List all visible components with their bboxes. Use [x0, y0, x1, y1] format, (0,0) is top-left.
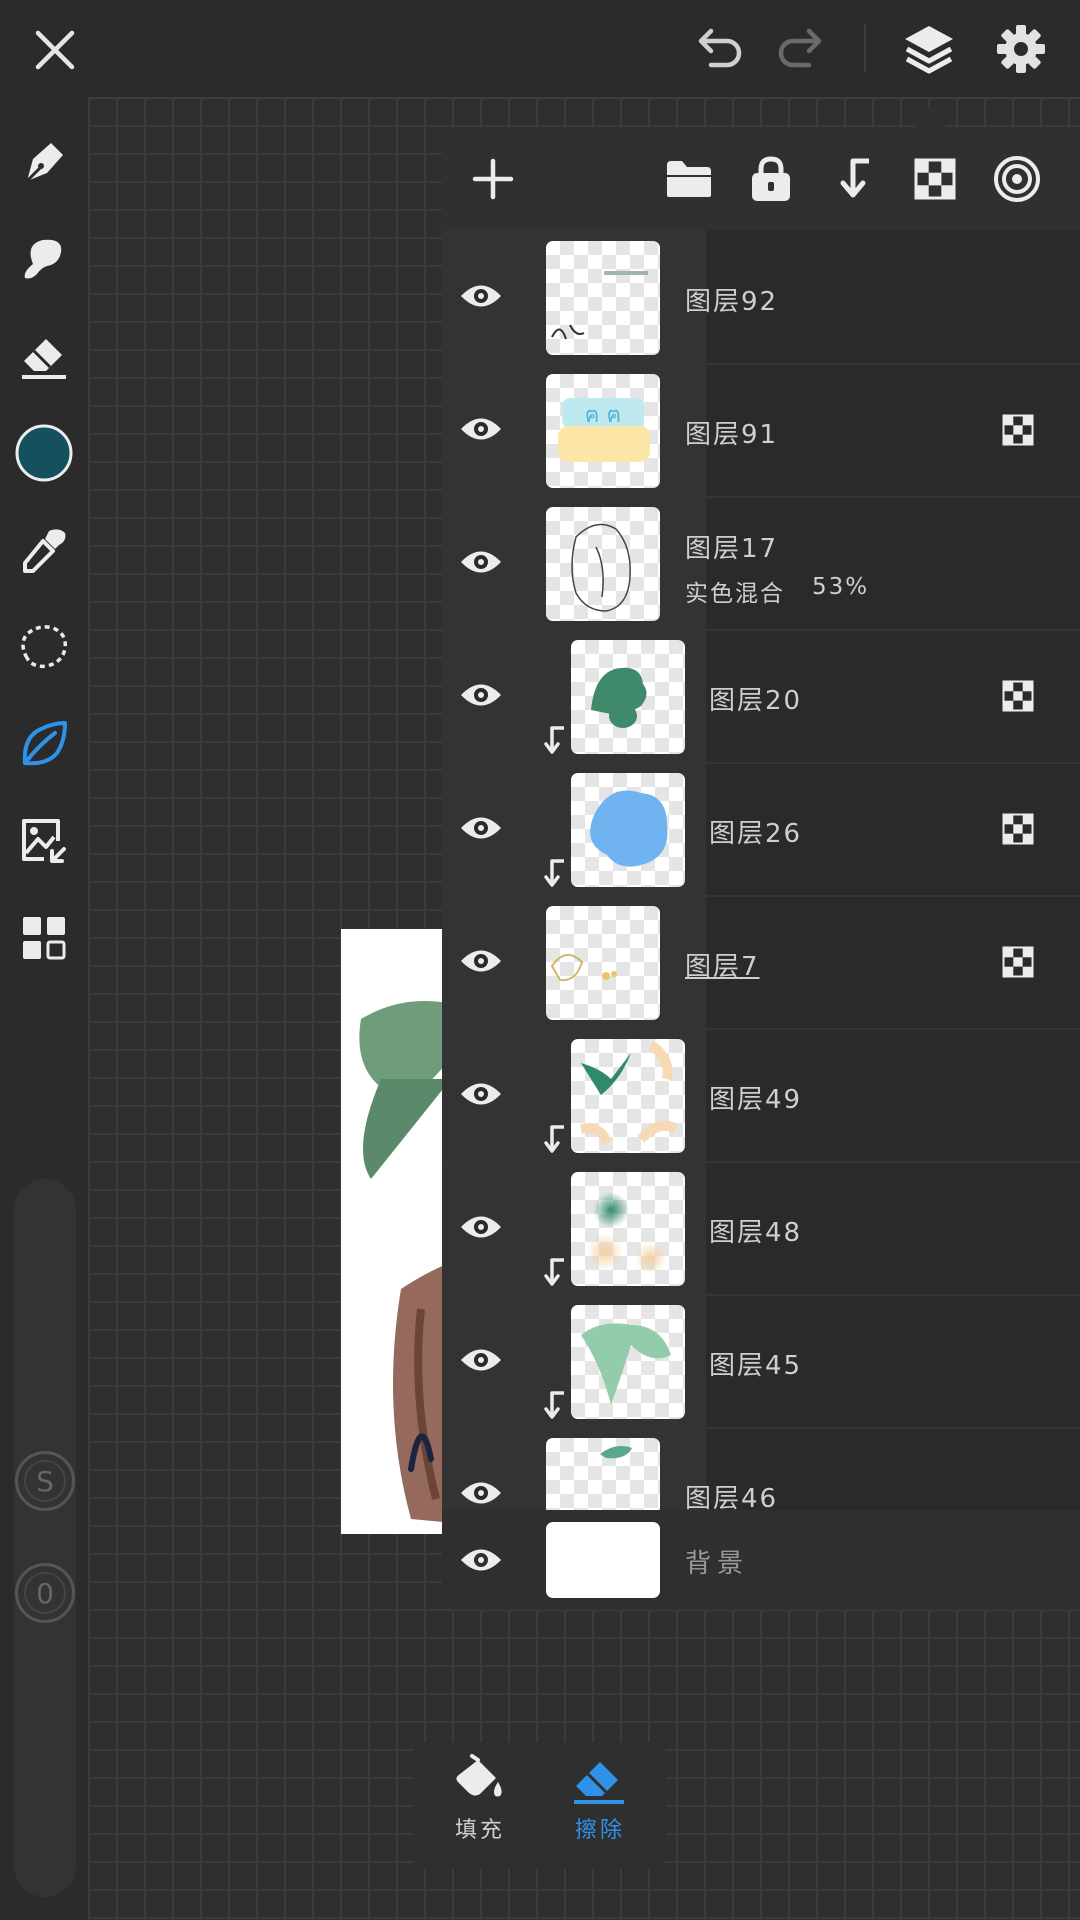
layer-name: 图层26: [709, 819, 803, 849]
fill-label: 填充: [454, 1818, 505, 1843]
visibility-eye-icon[interactable]: [457, 1469, 505, 1510]
visibility-eye-icon[interactable]: [457, 1536, 505, 1584]
top-bar: [0, 0, 1080, 97]
fill-erase-popup: 填充 擦除: [413, 1742, 666, 1869]
close-icon[interactable]: [28, 26, 82, 74]
import-image-icon[interactable]: [12, 809, 76, 873]
layer-row[interactable]: 图层46: [442, 1427, 1080, 1510]
erase-icon: [574, 1762, 624, 1804]
layer-name: 图层46: [685, 1484, 779, 1510]
layer-row[interactable]: 图层17 实色混合 53%: [442, 496, 1080, 631]
visibility-eye-icon[interactable]: [457, 937, 505, 985]
toolbar-divider: [864, 24, 866, 72]
opacity-toggle-button[interactable]: 0: [15, 1563, 75, 1623]
alpha-lock-checker-icon[interactable]: [1002, 680, 1034, 712]
left-toolbar: S 0: [0, 97, 88, 1920]
layer-row[interactable]: 图层49: [442, 1028, 1080, 1163]
alpha-lock-checker-icon[interactable]: [1002, 813, 1034, 845]
layers-panel: 图层92 ฅ ฅ 图层91 图层17 实色混合 53% 图层20 图层26 图层7 图层49 图层4…: [442, 128, 1080, 1610]
grid-icon[interactable]: [12, 906, 76, 970]
layer-row[interactable]: 图层45: [442, 1294, 1080, 1429]
layer-thumbnail[interactable]: [546, 906, 660, 1020]
layer-row[interactable]: 图层26: [442, 762, 1080, 897]
redo-icon[interactable]: [772, 24, 830, 74]
layer-thumbnail[interactable]: [546, 1438, 660, 1510]
layer-name: 图层17: [685, 534, 779, 564]
layer-row-background[interactable]: 背景: [442, 1510, 1080, 1610]
leaf-icon[interactable]: [12, 712, 76, 776]
layer-row[interactable]: 图层92: [442, 230, 1080, 365]
layers-icon[interactable]: [900, 20, 958, 78]
layer-thumbnail[interactable]: [571, 773, 685, 887]
background-layer-name: 背景: [685, 1549, 750, 1579]
layer-row[interactable]: 图层20: [442, 629, 1080, 764]
erase-label: 擦除: [574, 1818, 625, 1843]
layer-blend-mode[interactable]: 实色混合: [685, 574, 785, 608]
visibility-eye-icon[interactable]: [457, 804, 505, 852]
background-thumbnail: [546, 1522, 660, 1598]
visibility-eye-icon[interactable]: [457, 538, 505, 586]
layer-thumbnail[interactable]: [546, 507, 660, 621]
visibility-eye-icon[interactable]: [457, 405, 505, 453]
visibility-eye-icon[interactable]: [457, 1336, 505, 1384]
layer-name: 图层20: [709, 686, 803, 716]
brush-size-slider[interactable]: S 0: [14, 1179, 76, 1897]
clip-icon[interactable]: [824, 150, 882, 208]
paint-bucket-icon: [456, 1754, 502, 1797]
lock-icon[interactable]: [742, 150, 800, 208]
layers-panel-header: [442, 128, 1080, 230]
layer-thumbnail[interactable]: [571, 1305, 685, 1419]
alpha-lock-checker-icon[interactable]: [1002, 414, 1034, 446]
layer-row[interactable]: 图层48: [442, 1161, 1080, 1296]
layer-name: 图层48: [709, 1218, 803, 1248]
gear-icon[interactable]: [992, 20, 1050, 78]
visibility-eye-icon[interactable]: [457, 1203, 505, 1251]
visibility-eye-icon[interactable]: [457, 671, 505, 719]
checker-icon[interactable]: [906, 150, 964, 208]
layer-opacity: 53%: [812, 574, 870, 600]
layer-name: 图层91: [685, 420, 779, 450]
clipping-mask-icon: [542, 1123, 568, 1155]
layer-name: 图层45: [709, 1351, 803, 1381]
layer-row[interactable]: ฅ ฅ 图层91: [442, 363, 1080, 498]
alpha-lock-checker-icon[interactable]: [1002, 946, 1034, 978]
layer-list[interactable]: 图层92 ฅ ฅ 图层91 图层17 实色混合 53% 图层20 图层26 图层7 图层49 图层4…: [442, 230, 1080, 1510]
layer-thumbnail[interactable]: [571, 640, 685, 754]
undo-icon[interactable]: [690, 24, 748, 74]
target-icon[interactable]: [988, 150, 1046, 208]
svg-text:ฅ ฅ: ฅ ฅ: [585, 403, 621, 428]
lasso-icon[interactable]: [12, 615, 76, 679]
panel-pointer: [912, 105, 948, 129]
layer-name: 图层49: [709, 1085, 803, 1115]
color-swatch[interactable]: [12, 421, 76, 485]
smudge-icon[interactable]: [12, 227, 76, 291]
layer-thumbnail[interactable]: [546, 241, 660, 355]
visibility-eye-icon[interactable]: [457, 272, 505, 320]
layer-thumbnail[interactable]: [571, 1172, 685, 1286]
opacity-label: 0: [36, 1576, 54, 1610]
clipping-mask-icon: [542, 1256, 568, 1288]
clipping-mask-icon: [542, 724, 568, 756]
layer-row[interactable]: 图层7: [442, 895, 1080, 1030]
visibility-eye-icon[interactable]: [457, 1070, 505, 1118]
clipping-mask-icon: [542, 1389, 568, 1421]
clipping-mask-icon: [542, 857, 568, 889]
size-label: S: [36, 1464, 54, 1498]
eyedropper-icon[interactable]: [12, 518, 76, 582]
fill-button[interactable]: 填充: [425, 1752, 535, 1862]
layer-thumbnail[interactable]: ฅ ฅ: [546, 374, 660, 488]
folder-icon[interactable]: [660, 150, 718, 208]
layer-name: 图层92: [685, 287, 779, 317]
erase-button[interactable]: 擦除: [545, 1752, 655, 1862]
layer-name: 图层7: [685, 952, 760, 982]
size-toggle-button[interactable]: S: [15, 1451, 75, 1511]
pen-icon[interactable]: [12, 130, 76, 194]
add-layer-icon[interactable]: [464, 150, 522, 208]
layer-thumbnail[interactable]: [571, 1039, 685, 1153]
eraser-icon[interactable]: [12, 324, 76, 388]
